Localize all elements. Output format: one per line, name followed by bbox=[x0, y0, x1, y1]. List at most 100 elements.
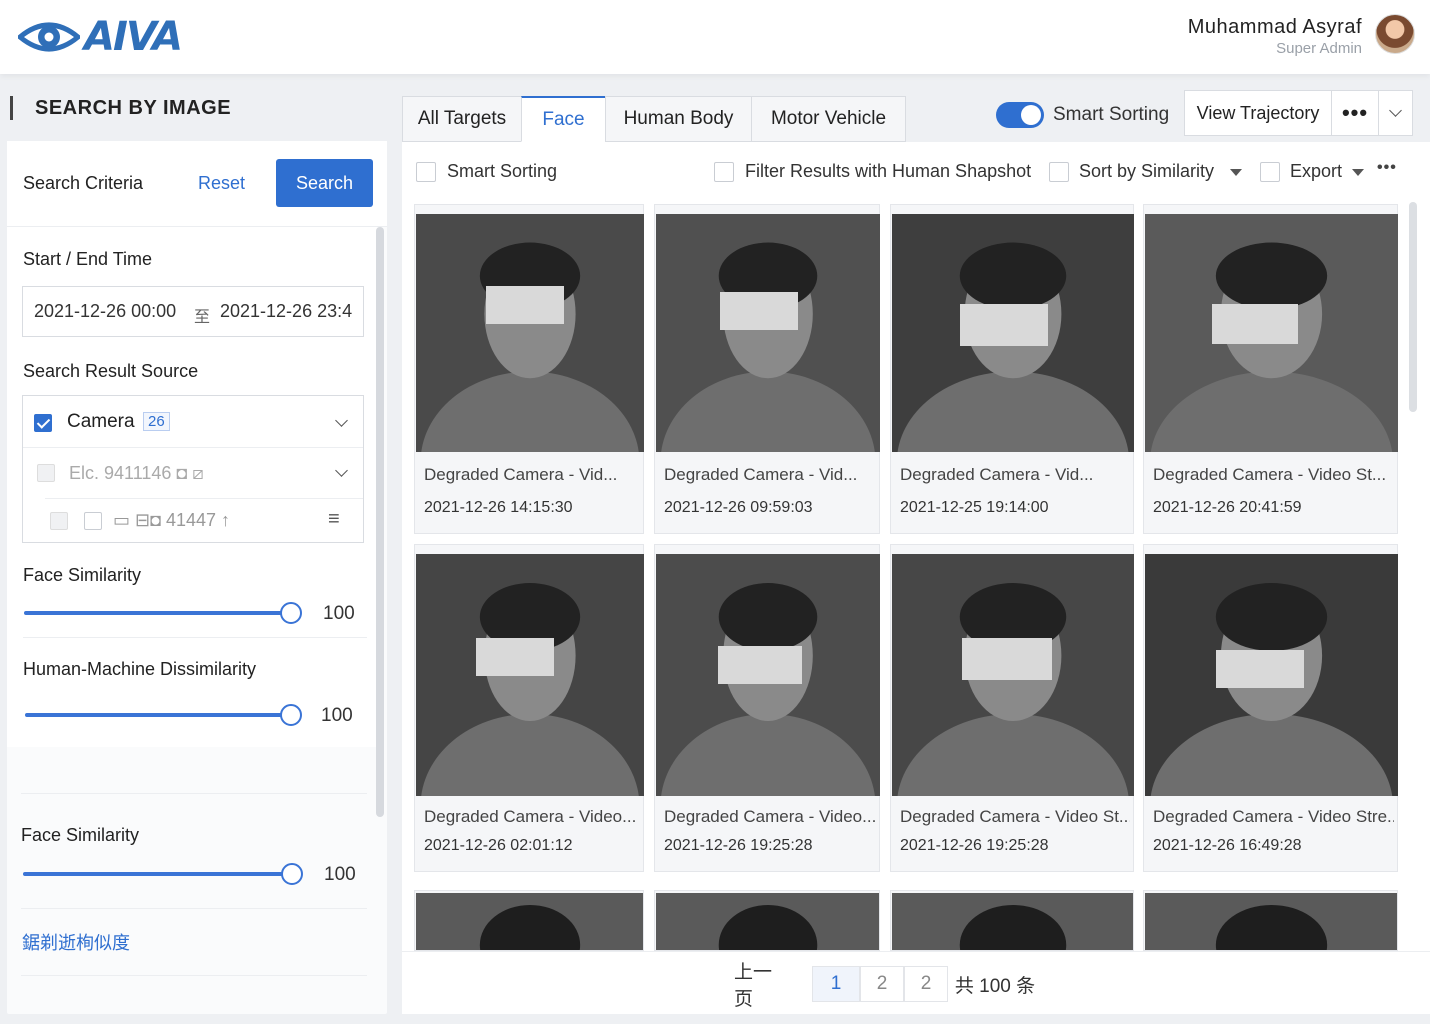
tab-motor-vehicle[interactable]: Motor Vehicle bbox=[751, 96, 906, 142]
result-timestamp: 2021-12-26 20:41:59 bbox=[1153, 499, 1302, 516]
garbled-link[interactable]: 鋸剃逝栒似度 bbox=[22, 929, 130, 955]
face-silhouette bbox=[416, 893, 643, 950]
face-similarity-label: Face Similarity bbox=[23, 565, 142, 585]
privacy-mask bbox=[486, 286, 564, 324]
result-source-caption: Degraded Camera - Vid... bbox=[664, 465, 858, 484]
source-checkbox-2[interactable] bbox=[37, 464, 55, 482]
result-source-caption: Degraded Camera - Video St... bbox=[1153, 465, 1387, 484]
face-snapshot-image[interactable] bbox=[892, 554, 1134, 796]
face-snapshot-image[interactable] bbox=[656, 554, 880, 796]
time-separator: 至 bbox=[194, 309, 211, 326]
time-range-input[interactable]: 2021-12-26 00:00 至 2021-12-26 23:4 bbox=[22, 286, 364, 337]
face-snapshot-image[interactable] bbox=[656, 893, 879, 950]
results-scrollbar[interactable] bbox=[1409, 202, 1417, 412]
top-header: AIVA Muhammad Asyraf Super Admin bbox=[0, 0, 1430, 74]
left-scrollbar[interactable] bbox=[376, 227, 384, 817]
caret-down-icon[interactable] bbox=[1230, 169, 1242, 176]
page-1-button[interactable]: 1 bbox=[812, 966, 860, 1002]
result-card[interactable]: Degraded Camera - Vid... 2021-12-25 19:14… bbox=[890, 204, 1134, 534]
face-snapshot-image[interactable] bbox=[656, 214, 880, 452]
result-card[interactable]: Degraded Camera - Video St... 2021-12-26 … bbox=[890, 544, 1134, 872]
source-list: Camera 26 Elc. 9411146 ◘ ⧄ ▭ ⊟◘ 41447 ↑ … bbox=[22, 395, 364, 543]
avatar[interactable] bbox=[1375, 14, 1415, 54]
privacy-mask bbox=[718, 646, 802, 684]
source-checkbox-3[interactable] bbox=[50, 512, 68, 530]
toolbar-dropdown-button[interactable] bbox=[1378, 90, 1413, 136]
view-trajectory-button[interactable]: View Trajectory bbox=[1184, 90, 1332, 136]
face-similarity-knob-2[interactable] bbox=[281, 863, 303, 885]
result-card[interactable]: Degraded Camera - Vid... 2021-12-26 14:15… bbox=[414, 204, 644, 534]
target-tabs: All Targets Face Human Body Motor Vehicl… bbox=[402, 96, 906, 142]
result-source-caption: Degraded Camera - Vid... bbox=[900, 465, 1094, 484]
privacy-mask bbox=[962, 638, 1052, 680]
section-title-marker bbox=[10, 96, 13, 120]
export-label[interactable]: Export bbox=[1290, 161, 1342, 182]
filter-more-icon[interactable]: ••• bbox=[1377, 159, 1397, 177]
more-options-button[interactable]: ••• bbox=[1331, 90, 1379, 136]
face-snapshot-image[interactable] bbox=[1145, 554, 1398, 796]
filter-human-label: Filter Results with Human Shapshot bbox=[745, 161, 1032, 181]
result-card-partial[interactable] bbox=[890, 890, 1134, 951]
hm-dissimilarity-label: Human-Machine Dissimilarity bbox=[23, 659, 257, 679]
face-similarity-knob[interactable] bbox=[280, 602, 302, 624]
result-card-partial[interactable] bbox=[1143, 890, 1398, 951]
user-info[interactable]: Muhammad Asyraf Super Admin bbox=[1188, 16, 1362, 57]
smart-sorting-toggle[interactable] bbox=[996, 102, 1044, 128]
search-button[interactable]: Search bbox=[276, 159, 373, 207]
face-silhouette bbox=[892, 893, 1133, 950]
face-snapshot-image[interactable] bbox=[892, 893, 1133, 950]
result-source-caption: Degraded Camera - Video Stre... bbox=[1153, 807, 1394, 826]
filter-human-checkbox[interactable] bbox=[714, 162, 734, 182]
camera-checkbox[interactable] bbox=[34, 414, 52, 432]
tab-face[interactable]: Face bbox=[521, 96, 605, 142]
tab-all-targets[interactable]: All Targets bbox=[402, 96, 521, 142]
face-snapshot-image[interactable] bbox=[416, 214, 644, 452]
result-card[interactable]: Degraded Camera - Video... 2021-12-26 19:… bbox=[654, 544, 880, 872]
result-timestamp: 2021-12-26 14:15:30 bbox=[424, 499, 573, 516]
result-card[interactable]: Degraded Camera - Video Stre... 2021-12-2… bbox=[1143, 544, 1398, 872]
face-similarity-slider[interactable] bbox=[24, 611, 290, 615]
sort-similarity-label[interactable]: Sort by Similarity bbox=[1079, 161, 1214, 182]
face-silhouette bbox=[656, 893, 879, 950]
user-name: Muhammad Asyraf bbox=[1187, 16, 1362, 38]
hm-dissimilarity-knob[interactable] bbox=[280, 704, 302, 726]
source-sub-checkbox[interactable] bbox=[84, 512, 102, 530]
face-silhouette bbox=[416, 214, 644, 452]
face-similarity-label-2: Face Similarity bbox=[21, 825, 140, 845]
prev-page-button[interactable]: 上一页 bbox=[734, 962, 790, 1010]
sort-similarity-checkbox[interactable] bbox=[1049, 162, 1069, 182]
result-card-partial[interactable] bbox=[654, 890, 880, 951]
privacy-mask bbox=[960, 304, 1048, 346]
reset-button[interactable]: Reset bbox=[198, 173, 245, 194]
smart-sorting-toggle-label: Smart Sorting bbox=[1053, 104, 1170, 125]
caret-down-icon[interactable] bbox=[1352, 169, 1364, 176]
result-source-caption: Degraded Camera - Vid... bbox=[424, 465, 618, 484]
page-title: SEARCH BY IMAGE bbox=[35, 97, 232, 119]
smart-sorting-checkbox[interactable] bbox=[416, 162, 436, 182]
export-checkbox[interactable] bbox=[1260, 162, 1280, 182]
face-snapshot-image[interactable] bbox=[416, 554, 644, 796]
tab-human-body[interactable]: Human Body bbox=[605, 96, 751, 142]
result-source-caption: Degraded Camera - Video... bbox=[424, 807, 637, 826]
result-card-partial[interactable] bbox=[414, 890, 644, 951]
result-card[interactable]: Degraded Camera - Video St... 2021-12-26 … bbox=[1143, 204, 1398, 534]
face-similarity-slider-2[interactable] bbox=[23, 872, 295, 876]
face-snapshot-image[interactable] bbox=[416, 893, 643, 950]
source-label-3: ▭ ⊟◘ 41447 ↑ bbox=[113, 510, 231, 530]
result-card[interactable]: Degraded Camera - Video... 2021-12-26 02:… bbox=[414, 544, 644, 872]
aiva-logo[interactable]: AIVA bbox=[18, 14, 183, 60]
result-timestamp: 2021-12-26 09:59:03 bbox=[664, 499, 813, 516]
face-snapshot-image[interactable] bbox=[892, 214, 1134, 452]
drag-handle-icon[interactable]: ≡ bbox=[328, 508, 340, 531]
chevron-down-icon[interactable] bbox=[335, 464, 348, 477]
eye-icon bbox=[18, 22, 80, 52]
chevron-down-icon[interactable] bbox=[335, 414, 348, 427]
page-3-button[interactable]: 2 bbox=[904, 966, 948, 1002]
face-snapshot-image[interactable] bbox=[1145, 214, 1398, 452]
result-card[interactable]: Degraded Camera - Vid... 2021-12-26 09:59… bbox=[654, 204, 880, 534]
page-2-button[interactable]: 2 bbox=[860, 966, 904, 1002]
hm-dissimilarity-slider[interactable] bbox=[25, 713, 291, 717]
criteria-header: Search Criteria Reset Search bbox=[7, 141, 387, 227]
face-snapshot-image[interactable] bbox=[1145, 893, 1397, 950]
logo-text: AIVA bbox=[84, 14, 183, 60]
